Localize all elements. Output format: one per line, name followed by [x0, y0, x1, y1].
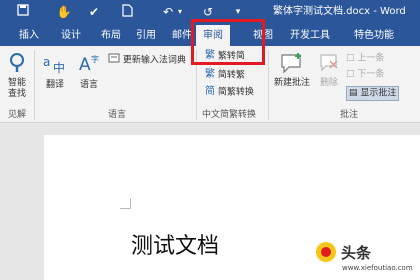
- update-ime-dictionary-label: 更新输入法词典: [122, 55, 186, 66]
- svg-text:A: A: [79, 55, 91, 75]
- translate-button[interactable]: a中 翻译: [40, 52, 70, 91]
- undo-icon[interactable]: ↶: [160, 4, 176, 20]
- dictionary-icon: [108, 52, 120, 68]
- tab-design[interactable]: 设计: [56, 25, 86, 46]
- simplified-to-traditional-label: 简转繁: [217, 70, 245, 81]
- chinese-conversion-label: 简繁转换: [217, 87, 254, 98]
- watermark-url: www.xiefoutiao.com: [342, 264, 413, 272]
- update-ime-dictionary-button[interactable]: 更新输入法词典: [108, 52, 186, 68]
- watermark: 头条 www.xiefoutiao.com: [314, 240, 420, 280]
- smart-lookup-button[interactable]: 智能 查找: [4, 52, 30, 100]
- svg-text:中: 中: [53, 60, 65, 75]
- undo-dropdown-icon[interactable]: ▾: [176, 4, 184, 20]
- watermark-brand: 头条: [341, 244, 372, 262]
- spelling-check-icon[interactable]: ✔: [86, 4, 102, 20]
- redo-icon[interactable]: ↺: [200, 4, 216, 20]
- group-label-chinese-conversion: 中文简繁转换: [202, 110, 257, 120]
- watermark-logo-icon: [314, 240, 338, 264]
- qat-customize-icon[interactable]: ▾: [233, 4, 243, 20]
- chinese-conversion-icon: 简: [205, 86, 215, 97]
- new-document-icon[interactable]: [120, 4, 134, 20]
- simplified-to-traditional-icon: 繁: [205, 69, 215, 80]
- next-comment-icon: □: [346, 69, 355, 79]
- language-button[interactable]: A字 语言: [74, 52, 104, 91]
- show-comments-button[interactable]: ▤ 显示批注: [346, 86, 400, 101]
- delete-comment-icon: [318, 52, 340, 78]
- save-icon[interactable]: [16, 4, 30, 20]
- new-comment-label: 新建批注: [273, 78, 310, 88]
- group-label-insights: 见解: [8, 110, 27, 120]
- show-comments-icon: ▤: [349, 88, 358, 98]
- svg-text:a: a: [43, 55, 50, 69]
- touch-mode-icon[interactable]: ✋: [56, 4, 72, 20]
- previous-comment-icon: □: [346, 53, 355, 63]
- group-label-comments: 批注: [340, 110, 359, 120]
- new-comment-button[interactable]: 新建批注: [270, 52, 314, 89]
- new-comment-icon: [279, 52, 305, 78]
- group-separator: [268, 50, 269, 120]
- tab-references[interactable]: 引用: [131, 25, 161, 46]
- translate-label: 翻译: [45, 80, 64, 90]
- language-label: 语言: [79, 80, 98, 90]
- highlight-box: [191, 19, 265, 65]
- tab-insert[interactable]: 插入: [14, 25, 44, 46]
- tab-layout[interactable]: 布局: [96, 25, 126, 46]
- delete-comment-button[interactable]: 删除: [316, 52, 342, 89]
- next-comment-button[interactable]: □ 下一条: [346, 68, 384, 81]
- delete-comment-label: 删除: [319, 78, 338, 88]
- group-label-language: 语言: [108, 110, 127, 120]
- document-body-text[interactable]: 测试文档: [131, 228, 219, 260]
- tab-special-features[interactable]: 特色功能: [348, 25, 400, 46]
- simplified-to-traditional-button[interactable]: 繁 简转繁: [205, 69, 245, 82]
- language-icon: A字: [77, 52, 101, 80]
- show-comments-label: 显示批注: [360, 88, 397, 99]
- previous-comment-label: 上一条: [357, 53, 385, 64]
- translate-icon: a中: [42, 52, 68, 80]
- tab-developer[interactable]: 开发工具: [284, 25, 336, 46]
- next-comment-label: 下一条: [357, 69, 385, 80]
- svg-text:字: 字: [91, 54, 99, 64]
- group-separator: [34, 50, 35, 120]
- window-title: 繁体字测试文档.docx - Word: [273, 6, 406, 17]
- previous-comment-button[interactable]: □ 上一条: [346, 52, 384, 65]
- smart-lookup-label: 智能 查找: [7, 78, 26, 99]
- smart-lookup-icon: [7, 52, 27, 78]
- margin-corner-mark: [120, 198, 131, 209]
- chinese-conversion-button[interactable]: 简 简繁转换: [205, 86, 254, 99]
